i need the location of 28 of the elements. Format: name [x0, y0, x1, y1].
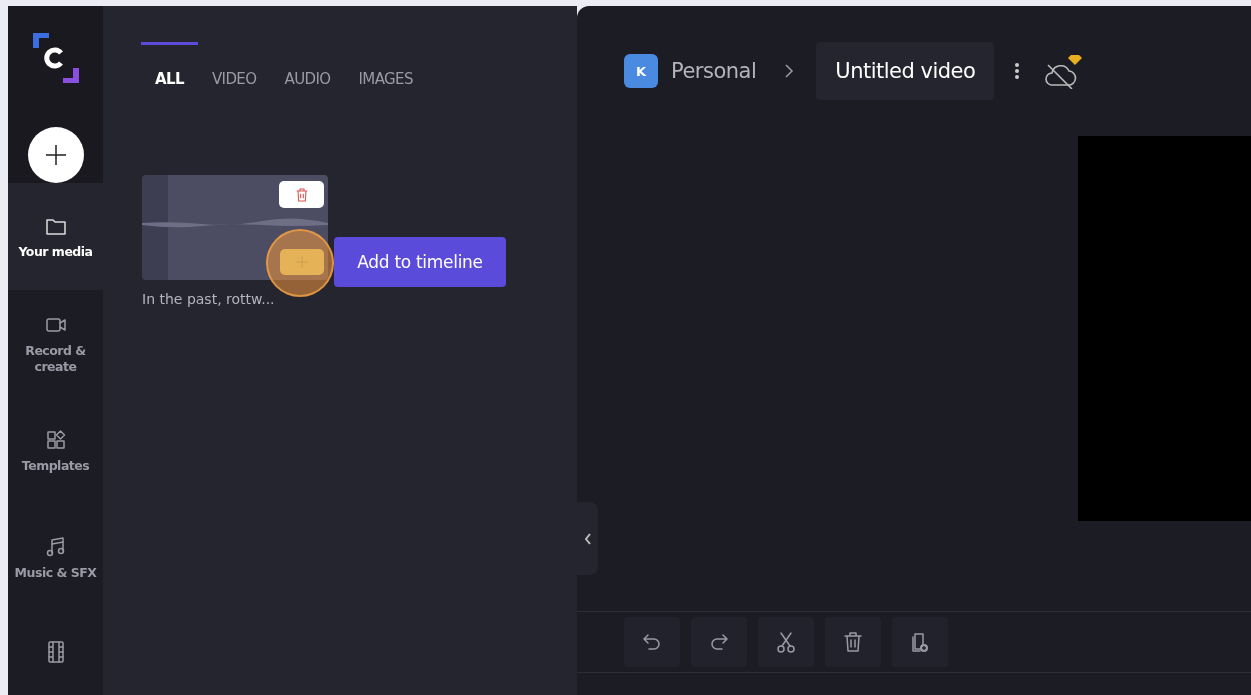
plus-icon: [43, 143, 68, 167]
media-tab[interactable]: IMAGES: [344, 42, 427, 99]
more-options-icon[interactable]: [1014, 62, 1021, 80]
media-title: In the past, rottw...: [142, 291, 276, 307]
sidebar-item[interactable]: Templates: [8, 397, 103, 504]
add-media-button[interactable]: [892, 617, 948, 667]
media-tab[interactable]: ALL: [141, 42, 198, 99]
tooltip: Add to timeline: [334, 237, 506, 287]
sidebar-item[interactable]: Your media: [8, 183, 103, 290]
project-title-field[interactable]: Untitled video: [816, 42, 995, 100]
undo-button[interactable]: [624, 617, 680, 667]
sidebar-item[interactable]: Record & create: [8, 290, 103, 397]
trash-icon: [841, 630, 865, 654]
delete-button[interactable]: [825, 617, 881, 667]
redo-button[interactable]: [691, 617, 747, 667]
media-thumbnail[interactable]: [142, 175, 328, 280]
workspace-avatar: K: [624, 54, 658, 88]
cut-button[interactable]: [758, 617, 814, 667]
chevron-right-icon: [784, 63, 795, 79]
media-tab[interactable]: VIDEO: [197, 42, 271, 99]
scissors-icon: [774, 630, 798, 654]
sidebar-item[interactable]: Music & SFX: [8, 504, 103, 611]
media-tab[interactable]: AUDIO: [270, 42, 345, 99]
app-logo: [30, 31, 81, 85]
workspace-link[interactable]: Personal: [671, 59, 757, 83]
chevron-left-icon: [583, 532, 592, 545]
cloud-off-icon[interactable]: [1044, 53, 1083, 89]
delete-button[interactable]: [279, 181, 324, 208]
